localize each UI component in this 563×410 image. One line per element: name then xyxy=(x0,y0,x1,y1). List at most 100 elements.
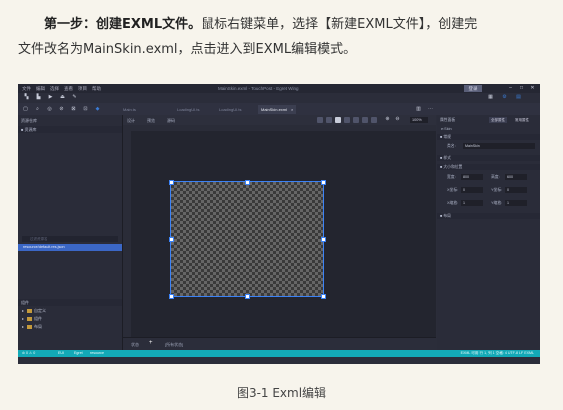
search-icon[interactable]: ⌕ xyxy=(35,107,40,112)
section-common[interactable]: ■ 常规 xyxy=(437,134,540,140)
scale-x-label: X缩放: xyxy=(447,201,459,205)
scale-y-field[interactable]: 1 xyxy=(505,200,527,206)
skin-node[interactable]: e:Skin xyxy=(441,127,452,131)
resource-search-input[interactable]: 过滤资源名 xyxy=(22,236,118,242)
git-icon[interactable]: ⊘ xyxy=(59,107,64,112)
exml-design-editor: 设计 预览 源码 ⊕ ⊖ 100% 状态 + [所有状态] xyxy=(123,115,436,351)
figure-caption: 图3-1 Exml编辑 xyxy=(236,386,327,400)
editor-tabs-bar: ▢ ⌕ ◎ ⊘ ⊠ ⊡ ◆ Main.ts LoadingUI.ts Loadi… xyxy=(18,103,540,115)
tab-main-ts[interactable]: Main.ts xyxy=(120,105,139,114)
explorer-icon[interactable]: ▢ xyxy=(23,107,28,112)
resize-handle[interactable] xyxy=(169,237,174,242)
components-header[interactable]: 组件 xyxy=(18,299,122,306)
align-bottom-icon[interactable] xyxy=(362,117,368,123)
vertical-ruler xyxy=(123,125,131,337)
resize-handle[interactable] xyxy=(321,237,326,242)
zoom-in-icon[interactable]: ⊕ xyxy=(385,117,390,122)
all-states-tab[interactable]: [所有状态] xyxy=(165,342,183,348)
step-title: 第一步：创建EXML文件。 xyxy=(44,17,202,32)
left-panel: 资源仓库 ■ 资源库 过滤资源名 resource/default.res.js… xyxy=(18,115,123,350)
debug-icon[interactable]: ◎ xyxy=(47,107,52,112)
menu-select[interactable]: 选择 xyxy=(50,86,59,92)
section-size-position[interactable]: ■ 大小和位置 xyxy=(437,164,540,170)
panel-icon[interactable]: ▤ xyxy=(516,95,521,100)
skin-canvas[interactable] xyxy=(169,180,326,299)
add-state-button[interactable]: + xyxy=(149,340,153,346)
menu-edit[interactable]: 编辑 xyxy=(36,86,45,92)
plugin-icon[interactable]: ⊡ xyxy=(83,107,88,112)
class-name-field[interactable]: MainSkin xyxy=(463,143,535,149)
problems-count[interactable]: ⊘ 0 ⚠ 0 xyxy=(22,350,35,357)
y-field[interactable]: 0 xyxy=(505,187,527,193)
skin-icon[interactable]: ◆ xyxy=(95,107,100,112)
x-label: X坐标: xyxy=(447,188,459,192)
x-field[interactable]: 0 xyxy=(461,187,483,193)
folder-icon xyxy=(27,316,33,321)
width-label: 宽度: xyxy=(447,175,456,179)
screenshot-bottom-edge xyxy=(18,357,540,364)
menu-view[interactable]: 查看 xyxy=(64,86,73,92)
resize-handle[interactable] xyxy=(245,180,250,185)
upload-icon[interactable]: ⏏ xyxy=(60,95,65,100)
brush-icon[interactable]: ✎ xyxy=(72,95,77,100)
window-controls: – □ ✕ xyxy=(503,85,536,91)
tab-mainskin-exml[interactable]: MainSkin.exml × xyxy=(258,105,297,114)
resize-handle[interactable] xyxy=(169,180,174,185)
section-style[interactable]: ■ 样式 xyxy=(437,155,540,161)
status-right-info: EXML 可用 行 1, 列 1 空格: 4 UTF-8 LF EXML xyxy=(460,351,534,355)
all-properties-button[interactable]: 全部属性 xyxy=(489,117,507,123)
scale-x-field[interactable]: 1 xyxy=(461,200,483,206)
window-title: MainSkin.exml - TouchPost - Egret Wing xyxy=(218,86,299,91)
height-label: 高度: xyxy=(491,175,500,179)
resize-handle[interactable] xyxy=(321,180,326,185)
align-top-icon[interactable] xyxy=(344,117,350,123)
maximize-icon[interactable]: □ xyxy=(518,85,525,91)
common-properties-button[interactable]: 常用属性 xyxy=(513,117,531,123)
align-center-icon[interactable] xyxy=(326,117,332,123)
zoom-out-icon[interactable]: ⊖ xyxy=(395,117,400,122)
status-bar: ⊘ 0 ⚠ 0 EUI Egret resource EXML 可用 行 1, … xyxy=(18,350,540,357)
save-icon[interactable]: ▙ xyxy=(36,95,41,100)
resource-file-row[interactable]: resource/default.res.json xyxy=(18,244,122,251)
width-field[interactable]: 800 xyxy=(461,174,483,180)
status-eui: EUI xyxy=(58,351,64,355)
menu-help[interactable]: 帮助 xyxy=(92,86,101,92)
settings-icon[interactable]: ⚙ xyxy=(502,95,507,100)
extensions-icon[interactable]: ⊠ xyxy=(71,107,76,112)
height-field[interactable]: 600 xyxy=(505,174,527,180)
mode-design[interactable]: 设计 xyxy=(127,118,135,124)
state-label: 状态 xyxy=(131,342,139,347)
layout-icon[interactable]: ▦ xyxy=(488,95,493,100)
mode-preview[interactable]: 预览 xyxy=(147,118,155,124)
zoom-select[interactable]: 100% xyxy=(410,117,428,123)
align-middle-icon[interactable] xyxy=(353,117,359,123)
more-icon[interactable]: ⋯ xyxy=(428,107,433,112)
close-icon[interactable]: ✕ xyxy=(529,85,536,91)
tree-item-layout[interactable]: ▸ 布局 xyxy=(22,324,42,330)
resource-panel-header: 资源仓库 xyxy=(18,117,122,124)
menu-file[interactable]: 文件 xyxy=(22,86,31,92)
editor-toolbar: 设计 预览 源码 ⊕ ⊖ 100% xyxy=(123,115,436,125)
resource-library-header[interactable]: ■ 资源库 xyxy=(18,126,122,133)
build-icon[interactable]: ▶ xyxy=(48,95,53,100)
distribute-icon[interactable] xyxy=(371,117,377,123)
new-file-icon[interactable]: ▚ xyxy=(24,95,29,100)
section-layout[interactable]: ■ 布局 xyxy=(437,213,540,219)
align-right-icon[interactable] xyxy=(335,117,341,123)
tree-item-components[interactable]: ▸ 组件 xyxy=(22,316,42,322)
mode-source[interactable]: 源码 xyxy=(167,118,175,124)
step-text-2: 文件改名为MainSkin.exml，点击进入到EXML编辑模式。 xyxy=(18,42,357,57)
resize-handle[interactable] xyxy=(245,294,250,299)
menu-project[interactable]: 项目 xyxy=(78,86,87,92)
login-button[interactable]: 登录 xyxy=(464,85,482,92)
tab-loadingui-ts[interactable]: LoadingUI.ts xyxy=(174,105,202,114)
split-icon[interactable]: ▥ xyxy=(416,107,421,112)
resize-handle[interactable] xyxy=(321,294,326,299)
tab-loadingui-ts-2[interactable]: LoadingUI.ts xyxy=(216,105,244,114)
tab-close-icon[interactable]: × xyxy=(291,107,293,112)
tree-item-custom[interactable]: ▸ 自定义 xyxy=(22,308,46,314)
align-left-icon[interactable] xyxy=(317,117,323,123)
resize-handle[interactable] xyxy=(169,294,174,299)
minimize-icon[interactable]: – xyxy=(507,85,514,91)
class-label: 类名: xyxy=(447,144,456,148)
